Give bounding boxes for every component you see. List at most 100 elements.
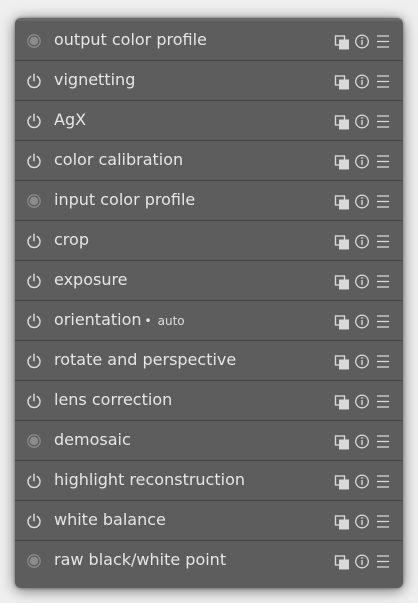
hamburger-menu-icon[interactable] <box>375 352 391 370</box>
info-icon[interactable] <box>354 152 370 170</box>
presets-icon[interactable] <box>334 192 350 210</box>
hamburger-menu-icon[interactable] <box>375 72 391 90</box>
power-icon[interactable] <box>26 113 42 129</box>
module-actions <box>334 472 391 490</box>
hamburger-menu-icon[interactable] <box>375 232 391 250</box>
info-icon[interactable] <box>354 272 370 290</box>
hamburger-menu-icon[interactable] <box>375 192 391 210</box>
module-actions <box>334 32 391 50</box>
module-actions <box>334 312 391 330</box>
module-actions <box>334 112 391 130</box>
module-row[interactable]: AgX <box>15 101 403 141</box>
power-icon[interactable] <box>26 73 42 89</box>
presets-icon[interactable] <box>334 512 350 530</box>
module-title[interactable]: input color profile <box>54 190 195 210</box>
module-title[interactable]: white balance <box>54 510 166 530</box>
presets-icon[interactable] <box>334 72 350 90</box>
power-icon[interactable] <box>26 233 42 249</box>
info-icon[interactable] <box>354 232 370 250</box>
info-icon[interactable] <box>354 32 370 50</box>
module-row[interactable]: demosaic <box>15 421 403 461</box>
info-icon[interactable] <box>354 552 370 570</box>
module-title[interactable]: lens correction <box>54 390 172 410</box>
presets-icon[interactable] <box>334 232 350 250</box>
hamburger-menu-icon[interactable] <box>375 512 391 530</box>
hamburger-menu-icon[interactable] <box>375 112 391 130</box>
info-icon[interactable] <box>354 432 370 450</box>
module-actions <box>334 232 391 250</box>
presets-icon[interactable] <box>334 472 350 490</box>
always-on-icon <box>26 33 42 49</box>
module-row[interactable]: input color profile <box>15 181 403 221</box>
module-row[interactable]: exposure <box>15 261 403 301</box>
module-row[interactable]: raw black/white point <box>15 541 403 581</box>
module-title[interactable]: raw black/white point <box>54 550 226 570</box>
hamburger-menu-icon[interactable] <box>375 32 391 50</box>
module-actions <box>334 352 391 370</box>
presets-icon[interactable] <box>334 352 350 370</box>
module-title[interactable]: color calibration <box>54 150 183 170</box>
hamburger-menu-icon[interactable] <box>375 312 391 330</box>
module-row[interactable]: vignetting <box>15 61 403 101</box>
info-icon[interactable] <box>354 392 370 410</box>
presets-icon[interactable] <box>334 32 350 50</box>
power-icon[interactable] <box>26 273 42 289</box>
auto-applied-label: auto <box>157 314 185 328</box>
module-label: demosaic <box>54 430 131 449</box>
presets-icon[interactable] <box>334 392 350 410</box>
module-row[interactable]: lens correction <box>15 381 403 421</box>
module-title[interactable]: orientation • auto <box>54 310 185 330</box>
presets-icon[interactable] <box>334 552 350 570</box>
power-icon[interactable] <box>26 473 42 489</box>
module-title[interactable]: AgX <box>54 110 86 130</box>
hamburger-menu-icon[interactable] <box>375 272 391 290</box>
presets-icon[interactable] <box>334 112 350 130</box>
module-actions <box>334 392 391 410</box>
module-row[interactable]: orientation • auto <box>15 301 403 341</box>
module-actions <box>334 72 391 90</box>
module-row[interactable]: crop <box>15 221 403 261</box>
module-group-panel: output color profile vignetting AgX color c… <box>15 18 403 588</box>
info-icon[interactable] <box>354 72 370 90</box>
power-icon[interactable] <box>26 313 42 329</box>
info-icon[interactable] <box>354 312 370 330</box>
module-title[interactable]: output color profile <box>54 30 207 50</box>
power-icon[interactable] <box>26 353 42 369</box>
info-icon[interactable] <box>354 112 370 130</box>
module-label: crop <box>54 230 89 249</box>
module-actions <box>334 432 391 450</box>
module-row[interactable]: highlight reconstruction <box>15 461 403 501</box>
presets-icon[interactable] <box>334 432 350 450</box>
module-title[interactable]: demosaic <box>54 430 131 450</box>
module-label: AgX <box>54 110 87 129</box>
power-icon[interactable] <box>26 393 42 409</box>
module-title[interactable]: crop <box>54 230 89 250</box>
power-icon[interactable] <box>26 153 42 169</box>
hamburger-menu-icon[interactable] <box>375 152 391 170</box>
hamburger-menu-icon[interactable] <box>375 392 391 410</box>
module-row[interactable]: color calibration <box>15 141 403 181</box>
info-icon[interactable] <box>354 472 370 490</box>
module-row[interactable]: output color profile <box>15 21 403 61</box>
info-icon[interactable] <box>354 192 370 210</box>
hamburger-menu-icon[interactable] <box>375 552 391 570</box>
module-actions <box>334 512 391 530</box>
presets-icon[interactable] <box>334 312 350 330</box>
module-title[interactable]: rotate and perspective <box>54 350 236 370</box>
module-title[interactable]: exposure <box>54 270 128 290</box>
module-label: exposure <box>54 270 128 289</box>
always-on-icon <box>26 433 42 449</box>
power-icon[interactable] <box>26 513 42 529</box>
hamburger-menu-icon[interactable] <box>375 472 391 490</box>
hamburger-menu-icon[interactable] <box>375 432 391 450</box>
module-label: white balance <box>54 510 166 529</box>
module-label: lens correction <box>54 390 173 409</box>
presets-icon[interactable] <box>334 272 350 290</box>
module-row[interactable]: white balance <box>15 501 403 541</box>
presets-icon[interactable] <box>334 152 350 170</box>
module-row[interactable]: rotate and perspective <box>15 341 403 381</box>
info-icon[interactable] <box>354 512 370 530</box>
info-icon[interactable] <box>354 352 370 370</box>
module-title[interactable]: highlight reconstruction <box>54 470 245 490</box>
module-title[interactable]: vignetting <box>54 70 135 90</box>
